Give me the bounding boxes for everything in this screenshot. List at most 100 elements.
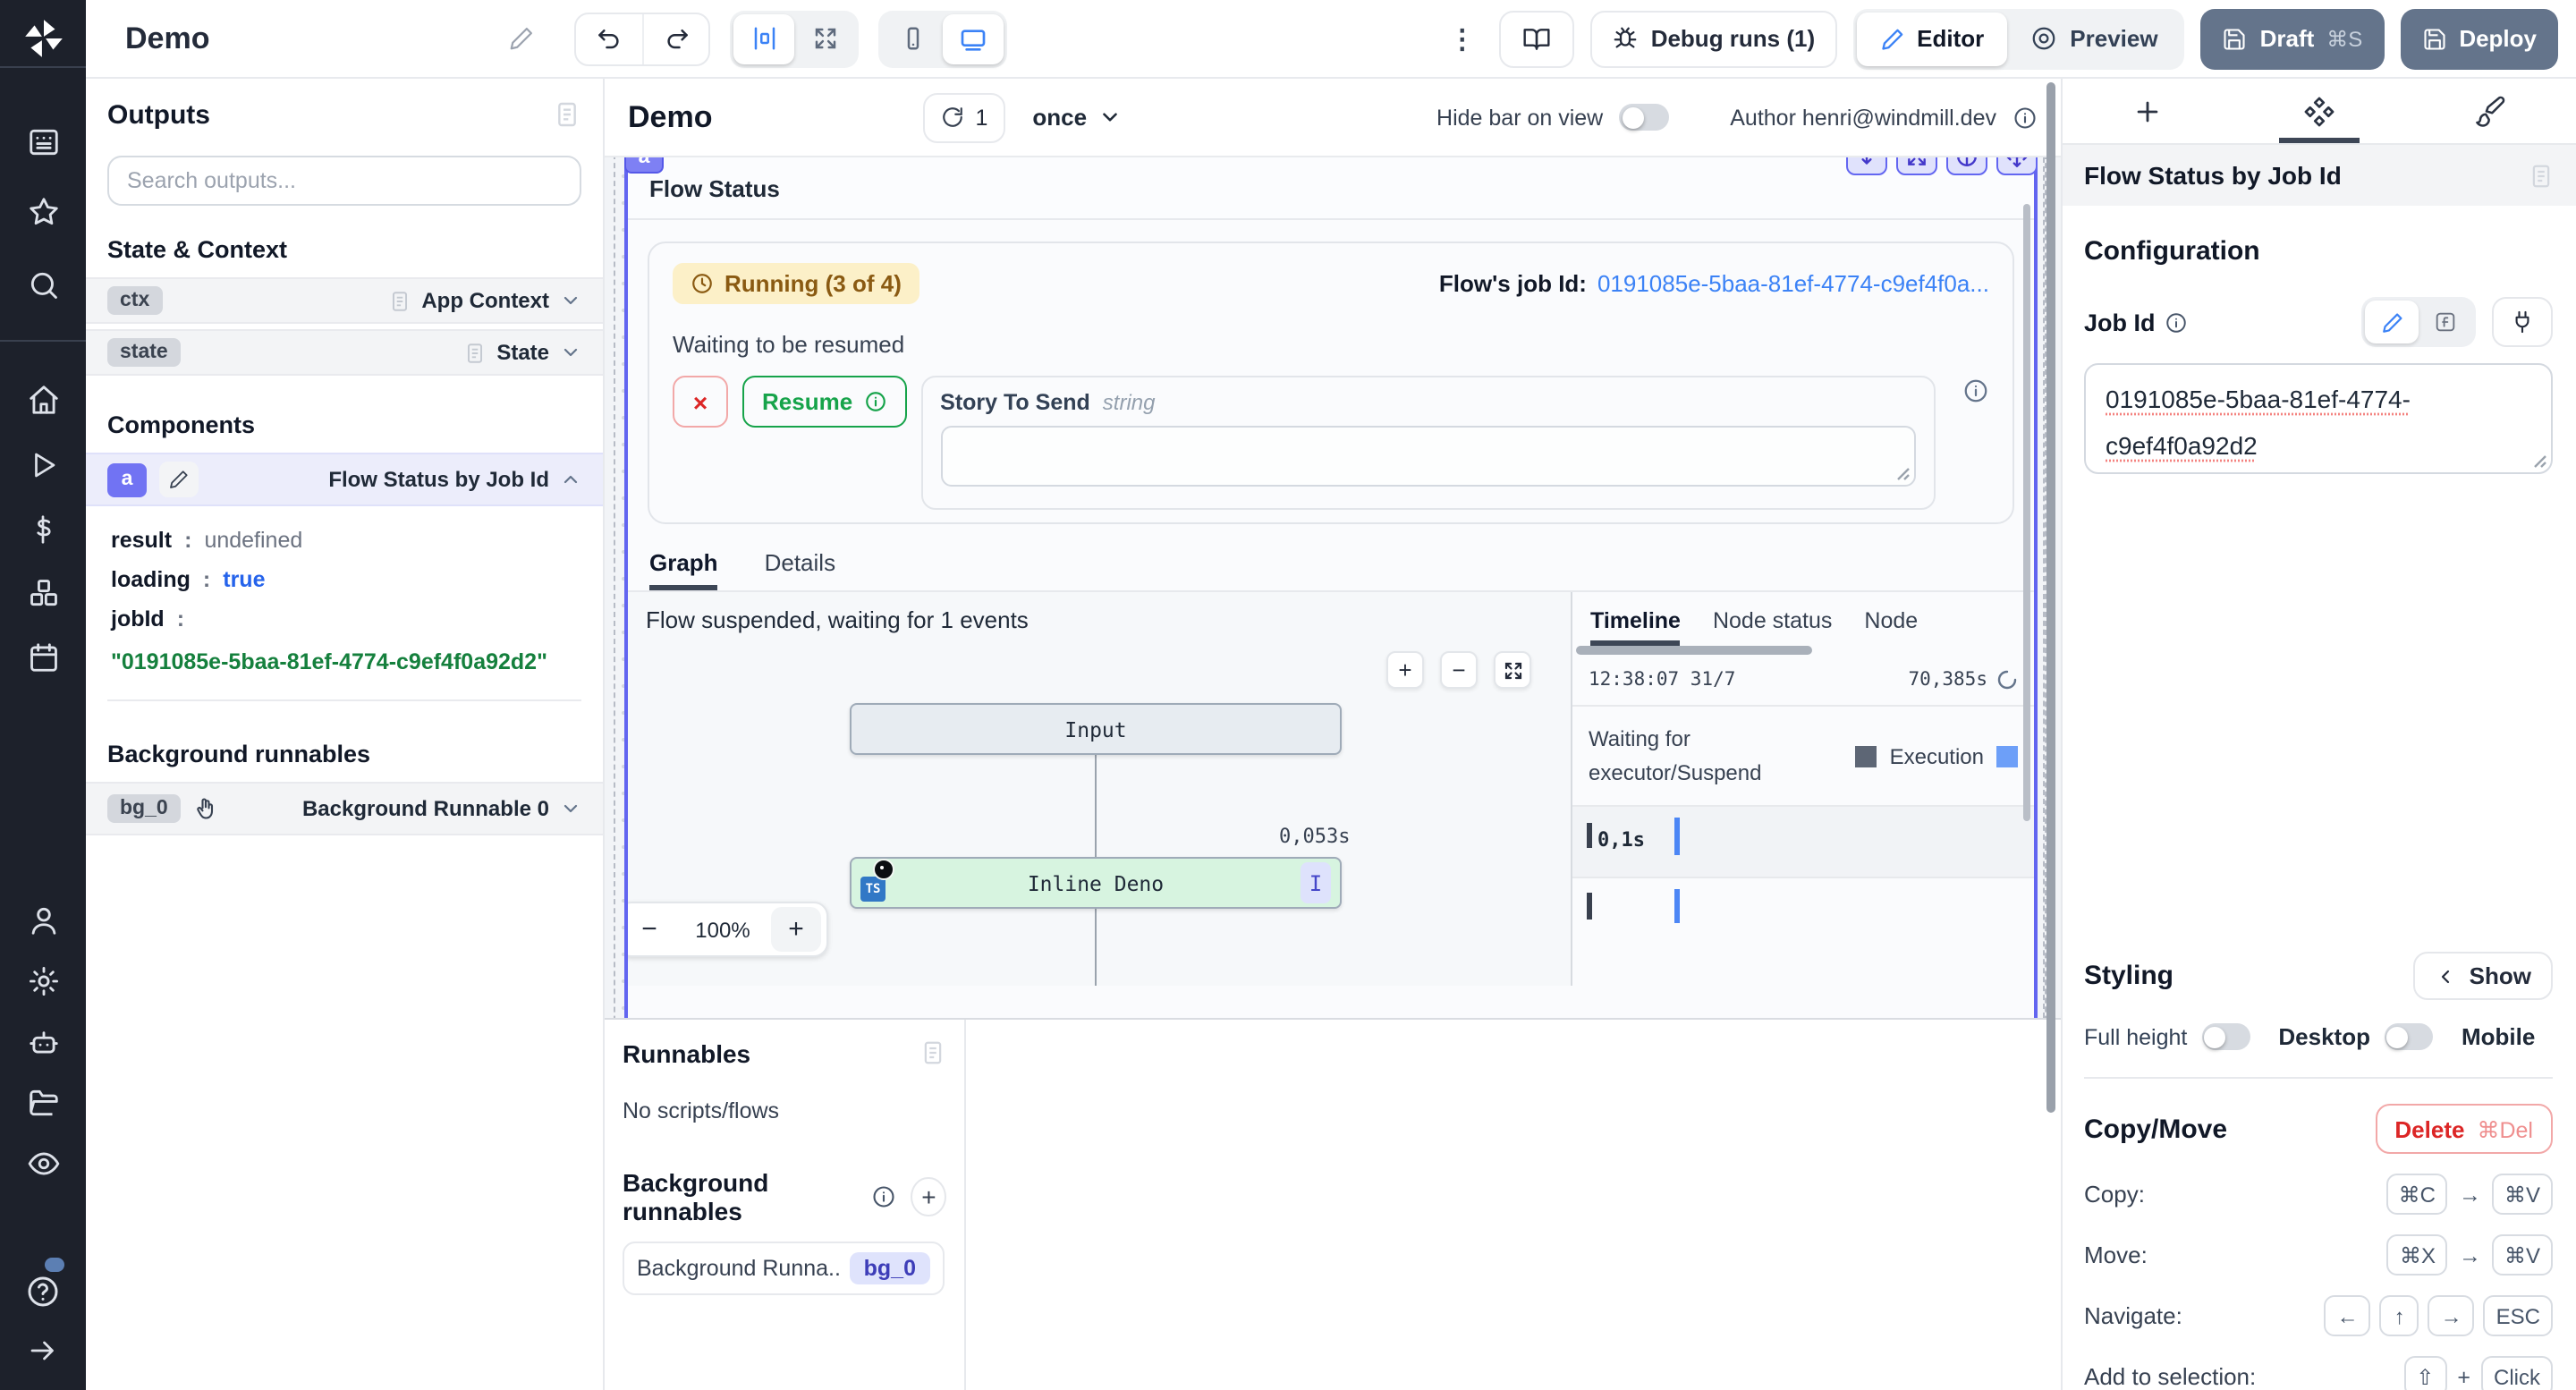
node-title: Inline Deno (891, 870, 1301, 895)
draft-save-button[interactable]: Draft ⌘S (2201, 8, 2385, 69)
top-toolbar: Demo ⋮ Debug runs (1) Editor (86, 0, 2576, 79)
story-textarea[interactable] (940, 426, 1916, 487)
schedules-calendar-icon[interactable] (0, 628, 86, 685)
settings-gear-icon[interactable] (0, 952, 86, 1009)
bg-runnable-row[interactable]: bg_0 Background Runnable 0 (86, 782, 603, 835)
result-value: undefined (204, 528, 302, 553)
resize-handle-icon[interactable] (2533, 454, 2547, 469)
favorites-star-icon[interactable] (0, 182, 86, 240)
flow-status-component[interactable]: a Flow Status Running (3 of 4) Flow's jo… (624, 157, 2038, 1018)
zoom-in-button[interactable]: + (1386, 651, 1424, 689)
resources-cubes-icon[interactable] (0, 564, 86, 621)
desktop-toggle[interactable] (2385, 1023, 2433, 1050)
docs-book-button[interactable] (1499, 10, 1574, 67)
windmill-logo-icon[interactable] (0, 9, 86, 66)
full-width-button[interactable] (794, 13, 855, 64)
static-input-pencil-icon[interactable] (2365, 301, 2419, 343)
tab-timeline[interactable]: Timeline (1590, 608, 1681, 646)
tab-theme-brush-icon[interactable] (2405, 79, 2576, 143)
expand-down-icon[interactable] (1846, 157, 1887, 175)
redo-button[interactable] (642, 13, 708, 64)
full-height-toggle[interactable] (2201, 1023, 2250, 1050)
expression-fx-icon[interactable] (2419, 301, 2472, 343)
delete-button[interactable]: Delete ⌘Del (2375, 1104, 2553, 1154)
tab-component-settings-icon[interactable] (2233, 79, 2404, 143)
runs-play-icon[interactable] (0, 436, 86, 494)
component-a-row[interactable]: a Flow Status by Job Id (86, 453, 603, 506)
search-outputs-input[interactable] (127, 168, 562, 193)
canvas-vscrollbar[interactable] (2023, 204, 2030, 821)
state-row[interactable]: state State (86, 329, 603, 376)
tab-preview[interactable]: Preview (2007, 12, 2181, 65)
flow-node-input[interactable]: Input (850, 703, 1342, 755)
tab-editor[interactable]: Editor (1856, 12, 2007, 65)
zoom-out-button[interactable]: − (628, 907, 674, 952)
tab-insert-plus-icon[interactable] (2063, 79, 2233, 143)
apps-icon[interactable] (0, 113, 86, 170)
outputs-panel: Outputs State & Context ctx App Context … (86, 79, 605, 1390)
input-mode-toggle (2361, 297, 2476, 347)
rename-pencil-icon[interactable] (159, 462, 199, 497)
edit-title-pencil-icon[interactable] (508, 25, 535, 52)
timeline-hscrollbar[interactable] (1576, 646, 1812, 655)
state-context-title: State & Context (107, 236, 581, 263)
component-doc-icon[interactable] (2528, 162, 2555, 189)
collapse-arrow-icon[interactable] (0, 1322, 86, 1379)
tab-details[interactable]: Details (765, 549, 836, 590)
hide-bar-toggle[interactable] (1619, 104, 1669, 131)
anchor-icon[interactable] (1946, 157, 1987, 175)
help-icon[interactable] (0, 1263, 86, 1320)
desktop-view-button[interactable] (943, 13, 1004, 64)
background-runnable-item[interactable]: Background Runna... bg_0 (623, 1242, 945, 1295)
result-key: result (111, 528, 172, 553)
zoom-level: 100% (674, 917, 771, 942)
home-icon[interactable] (0, 370, 86, 428)
info-icon (2012, 105, 2038, 130)
folders-icon[interactable] (0, 1073, 86, 1131)
ctx-row[interactable]: ctx App Context (86, 277, 603, 324)
variables-dollar-icon[interactable] (0, 501, 86, 558)
move-icon[interactable] (1996, 157, 2038, 175)
users-icon[interactable] (0, 891, 86, 948)
tab-graph[interactable]: Graph (649, 549, 718, 590)
topbar-right-actions: ⋮ Debug runs (1) Editor Preview Draft (1442, 8, 2558, 69)
search-icon[interactable] (0, 256, 86, 313)
kbd-cmd-v: ⌘V (2492, 1234, 2553, 1276)
connect-plug-icon[interactable] (2492, 297, 2553, 347)
jobid-input-value: 0191085e-5baa-81ef-4774-c9ef4f0a92d2 (2106, 385, 2411, 460)
app-canvas[interactable]: a Flow Status Running (3 of 4) Flow's jo… (605, 157, 2061, 1018)
component-header: Flow Status (628, 157, 2034, 220)
zoom-out-button[interactable]: − (1440, 651, 1478, 689)
page-vscrollbar[interactable] (2046, 82, 2055, 1113)
runnables-doc-icon[interactable] (919, 1039, 946, 1066)
more-menu-kebab-icon[interactable]: ⋮ (1442, 22, 1483, 55)
story-type: string (1103, 390, 1156, 415)
flow-node-inline-deno[interactable]: TS Inline Deno I (850, 857, 1342, 909)
flow-jobid-link[interactable]: 0191085e-5baa-81ef-4774-c9ef4f0a... (1597, 270, 1989, 297)
mobile-view-button[interactable] (882, 13, 943, 64)
resume-button[interactable]: Resume (742, 376, 906, 428)
refresh-count-button[interactable]: 1 (923, 92, 1005, 142)
centered-layout-button[interactable] (733, 13, 794, 64)
flow-graph-pane[interactable]: Flow suspended, waiting for 1 events + −… (628, 592, 1572, 986)
schedule-select[interactable]: once (1032, 104, 1121, 131)
fullscreen-icon[interactable] (1896, 157, 1937, 175)
cancel-button[interactable]: × (673, 376, 728, 428)
outputs-doc-icon[interactable] (553, 100, 581, 129)
windmill-app-editor: Demo ⋮ Debug runs (1) Editor (0, 0, 2576, 1390)
debug-runs-button[interactable]: Debug runs (1) (1590, 10, 1836, 67)
resize-handle-icon[interactable] (1896, 467, 1911, 481)
undo-button[interactable] (576, 13, 642, 64)
jobid-input[interactable]: 0191085e-5baa-81ef-4774-c9ef4f0a92d2 (2084, 363, 2553, 474)
fit-view-icon[interactable] (1494, 651, 1531, 689)
show-styling-button[interactable]: Show (2414, 952, 2553, 1000)
zoom-in-button[interactable]: + (771, 907, 821, 952)
flow-edge (1095, 755, 1097, 857)
tab-node-status[interactable]: Node status (1713, 608, 1832, 646)
workers-robot-icon[interactable] (0, 1013, 86, 1070)
deploy-button[interactable]: Deploy (2400, 8, 2558, 69)
add-background-runnable-button[interactable]: + (911, 1177, 946, 1216)
form-info-icon[interactable] (1962, 377, 1989, 404)
audit-eye-icon[interactable] (0, 1134, 86, 1191)
tab-node[interactable]: Node (1864, 608, 1918, 646)
